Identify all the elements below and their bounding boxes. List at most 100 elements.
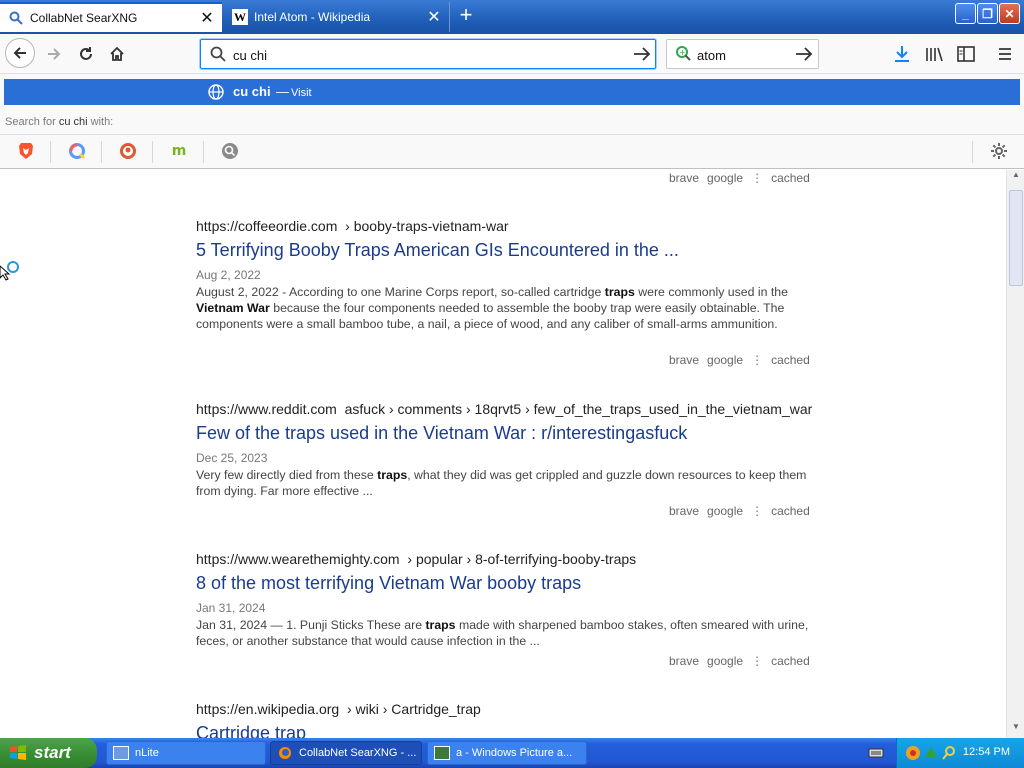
brave-link[interactable]: brave xyxy=(669,504,699,518)
result-url-host: https://en.wikipedia.org xyxy=(196,701,340,717)
qwant-icon[interactable] xyxy=(66,141,88,161)
start-button[interactable]: start xyxy=(0,738,97,768)
address-input[interactable] xyxy=(233,45,613,65)
snippet-text: August 2, 2022 - According to one Marine… xyxy=(196,285,605,299)
engine-separator xyxy=(101,141,102,163)
reload-icon xyxy=(80,47,92,60)
google-link[interactable]: google xyxy=(707,171,743,185)
forward-button[interactable] xyxy=(40,40,68,68)
cached-link[interactable]: cached xyxy=(771,654,810,668)
more-options-icon[interactable]: ⋮ xyxy=(751,504,763,518)
search-for-label: Search for cu chi with: xyxy=(5,116,113,128)
mojeek-icon[interactable]: m xyxy=(168,141,190,161)
keyboard-icon[interactable] xyxy=(868,746,884,760)
google-link[interactable]: google xyxy=(707,353,743,367)
address-bar[interactable] xyxy=(200,39,656,69)
new-tab-button[interactable]: + xyxy=(455,4,477,28)
tab-title: CollabNet SearXNG xyxy=(30,11,138,25)
sidebar-button[interactable] xyxy=(952,40,980,68)
search-icon xyxy=(8,10,24,26)
result-url[interactable]: https://www.wearethemighty.com › popular… xyxy=(196,551,816,567)
downloads-button[interactable] xyxy=(888,40,916,68)
result-url-host: https://coffeeordie.com xyxy=(196,218,338,234)
result-title[interactable]: 8 of the most terrifying Vietnam War boo… xyxy=(196,573,816,594)
scroll-up-icon[interactable]: ▲ xyxy=(1009,170,1023,184)
library-button[interactable] xyxy=(920,40,948,68)
tab-title: Intel Atom - Wikipedia xyxy=(254,10,371,24)
gear-icon[interactable] xyxy=(988,141,1010,161)
search-for-term: cu chi xyxy=(58,116,88,128)
tab-wikipedia[interactable]: W Intel Atom - Wikipedia ✕ xyxy=(224,2,450,32)
suggestion-visit-row[interactable]: cu chi — Visit xyxy=(4,79,1020,105)
globe-icon xyxy=(208,84,224,100)
result-url[interactable]: https://coffeeordie.com › booby-traps-vi… xyxy=(196,218,816,234)
more-options-icon[interactable]: ⋮ xyxy=(751,171,763,185)
scroll-down-icon[interactable]: ▼ xyxy=(1009,722,1023,736)
brave-link[interactable]: brave xyxy=(669,654,699,668)
home-button[interactable] xyxy=(103,40,131,68)
more-options-icon[interactable]: ⋮ xyxy=(751,353,763,367)
minimize-button[interactable]: _ xyxy=(955,3,976,24)
navigation-toolbar: + xyxy=(0,34,1024,74)
search-icon[interactable] xyxy=(941,745,957,761)
task-searxng[interactable]: CollabNet SearXNG - ... xyxy=(270,741,422,765)
reload-button[interactable] xyxy=(72,40,100,68)
result-snippet: Very few directly died from these traps,… xyxy=(196,467,816,499)
start-label: start xyxy=(34,743,71,762)
network-icon[interactable] xyxy=(923,745,939,761)
go-arrow-icon[interactable] xyxy=(795,46,813,62)
back-arrow-icon xyxy=(13,47,26,59)
library-icon xyxy=(926,47,943,62)
cached-link[interactable]: cached xyxy=(771,504,810,518)
tab-strip: CollabNet SearXNG ✕ W Intel Atom - Wikip… xyxy=(0,0,1024,34)
security-shield-icon[interactable] xyxy=(905,745,921,761)
back-button[interactable] xyxy=(5,38,35,68)
result-url-path: asfuck › comments › 18qrvt5 › few_of_the… xyxy=(344,401,813,417)
result-title[interactable]: Cartridge trap xyxy=(196,723,816,738)
result-title[interactable]: Few of the traps used in the Vietnam War… xyxy=(196,423,816,444)
result-snippet: Jan 31, 2024 — 1. Punji Sticks These are… xyxy=(196,617,816,649)
google-link[interactable]: google xyxy=(707,654,743,668)
search-results-page: brave google ⋮ cached https://coffeeordi… xyxy=(0,170,1006,738)
firefox-icon xyxy=(277,746,293,760)
busy-cursor-icon xyxy=(0,261,19,281)
result-title[interactable]: 5 Terrifying Booby Traps American GIs En… xyxy=(196,240,816,261)
vertical-scrollbar[interactable]: ▲ ▼ xyxy=(1006,170,1024,738)
cached-link[interactable]: cached xyxy=(771,171,810,185)
duckduckgo-icon[interactable] xyxy=(117,141,139,161)
task-picture-viewer[interactable]: a - Windows Picture a... xyxy=(427,741,587,765)
snippet-highlight: traps xyxy=(377,468,408,482)
result-url[interactable]: https://www.reddit.com asfuck › comments… xyxy=(196,401,816,417)
result-actions: brave google ⋮ cached xyxy=(669,353,810,367)
task-label: nLite xyxy=(135,747,159,759)
result-url-path: › popular › 8-of-terrifying-booby-traps xyxy=(407,551,637,567)
result-url-path: › booby-traps-vietnam-war xyxy=(345,218,509,234)
suggestion-separator: — xyxy=(276,84,289,99)
task-nlite[interactable]: nLite xyxy=(106,741,266,765)
result-url[interactable]: https://en.wikipedia.org › wiki › Cartri… xyxy=(196,701,816,717)
google-link[interactable]: google xyxy=(707,504,743,518)
picture-icon xyxy=(434,746,450,760)
search-input[interactable] xyxy=(697,45,787,65)
close-tab-icon[interactable]: ✕ xyxy=(425,8,443,26)
go-arrow-icon[interactable] xyxy=(633,46,651,62)
taskbar: start nLite CollabNet SearXNG - ... a - … xyxy=(0,738,1024,768)
brave-link[interactable]: brave xyxy=(669,353,699,367)
close-window-button[interactable]: ✕ xyxy=(999,3,1020,24)
close-tab-icon[interactable]: ✕ xyxy=(198,9,216,27)
snippet-highlight: traps xyxy=(425,618,456,632)
menu-button[interactable] xyxy=(991,40,1019,68)
brave-link[interactable]: brave xyxy=(669,171,699,185)
cached-link[interactable]: cached xyxy=(771,353,810,367)
engine-separator xyxy=(972,141,973,163)
scroll-thumb[interactable] xyxy=(1009,190,1023,286)
search-for-prefix: Search for xyxy=(5,116,56,128)
restore-button[interactable]: ❐ xyxy=(977,3,998,24)
searx-icon[interactable] xyxy=(219,141,241,161)
engine-separator xyxy=(152,141,153,163)
more-options-icon[interactable]: ⋮ xyxy=(751,654,763,668)
result-actions: brave google ⋮ cached xyxy=(669,504,810,518)
search-bar[interactable]: + xyxy=(666,39,819,69)
tab-searxng[interactable]: CollabNet SearXNG ✕ xyxy=(0,2,222,32)
brave-icon[interactable] xyxy=(15,141,37,161)
